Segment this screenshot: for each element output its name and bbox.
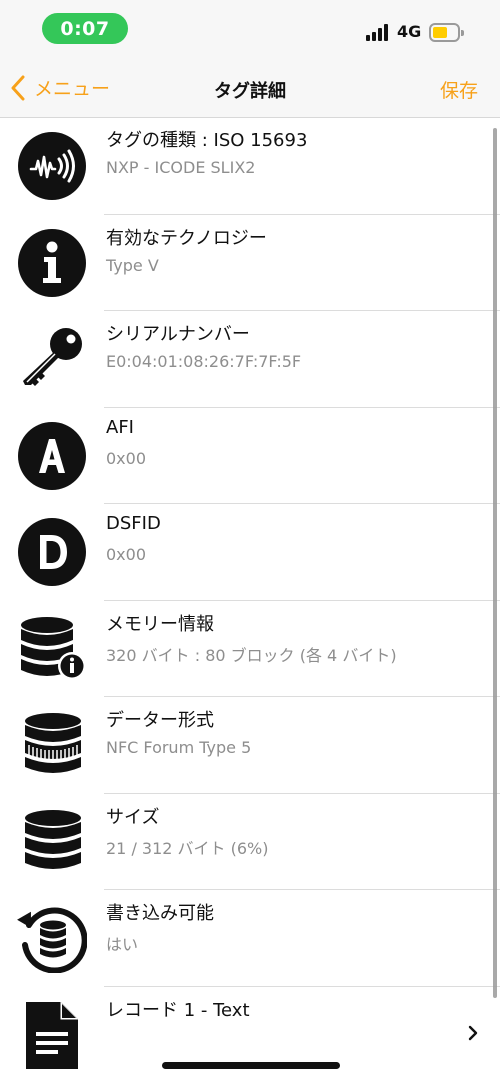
row-subtitle: E0:04:01:08:26:7F:7F:5F (106, 352, 302, 371)
list-item-writable[interactable]: 書き込み可能 はい (0, 890, 500, 987)
scrollbar[interactable] (493, 128, 497, 998)
row-title: シリアルナンバー (106, 324, 250, 345)
network-type: 4G (397, 22, 422, 41)
list-item-memory-info[interactable]: メモリー情報 320 バイト : 80 ブロック (各 4 バイト) (0, 601, 500, 698)
row-subtitle: Type V (106, 255, 159, 275)
row-title: レコード 1 - Text (106, 999, 250, 1021)
list-item-size[interactable]: サイズ 21 / 312 バイト (6%) (0, 794, 500, 891)
status-time: 0:07 (42, 13, 128, 44)
list-item-technology[interactable]: 有効なテクノロジー Type V (0, 215, 500, 312)
home-indicator[interactable] (162, 1062, 340, 1069)
chevron-right-icon (468, 1025, 478, 1040)
list-item-serial-number[interactable]: シリアルナンバー E0:04:01:08:26:7F:7F:5F (0, 311, 500, 408)
status-bar: 0:07 4G (0, 0, 500, 60)
row-title: 書き込み可能 (106, 903, 214, 924)
row-subtitle: はい (106, 935, 139, 954)
row-subtitle: 320 バイト : 80 ブロック (各 4 バイト) (106, 645, 397, 665)
row-title: サイズ (106, 806, 160, 828)
battery-icon (429, 23, 464, 42)
list-item-data-format[interactable]: データー形式 NFC Forum Type 5 (0, 697, 500, 794)
database-info-icon (17, 614, 87, 684)
info-icon (17, 228, 87, 298)
save-button[interactable]: 保存 (440, 76, 478, 103)
navigation-bar: メニュー タグ詳細 保存 (0, 60, 500, 118)
key-icon (17, 324, 87, 394)
row-subtitle: 0x00 (106, 545, 147, 564)
database-refresh-icon (17, 903, 87, 973)
document-icon (17, 1000, 87, 1070)
list-item-dsfid[interactable]: DSFID 0x00 (0, 504, 500, 601)
row-title: タグの種類 : ISO 15693 (106, 130, 308, 151)
page-title: タグ詳細 (214, 81, 286, 102)
row-title: AFI (106, 416, 134, 438)
row-subtitle: 21 / 312 バイト (6%) (106, 838, 269, 858)
row-subtitle: NXP - ICODE SLIX2 (106, 158, 256, 177)
cellular-signal-icon (366, 24, 390, 41)
list-item-afi[interactable]: AFI 0x00 (0, 408, 500, 505)
letter-a-icon (17, 421, 87, 491)
list-item-tag-type[interactable]: タグの種類 : ISO 15693 NXP - ICODE SLIX2 (0, 118, 500, 215)
row-title: メモリー情報 (106, 613, 214, 635)
letter-d-icon (17, 517, 87, 587)
nfc-wave-icon (17, 131, 87, 201)
row-title: 有効なテクノロジー (106, 227, 267, 249)
database-format-icon (17, 710, 87, 780)
tag-detail-list: タグの種類 : ISO 15693 NXP - ICODE SLIX2 有効なテ… (0, 118, 500, 1080)
row-subtitle: NFC Forum Type 5 (106, 738, 252, 757)
row-subtitle: 0x00 (106, 448, 147, 468)
row-title: データー形式 (106, 710, 214, 731)
database-icon (17, 807, 87, 877)
row-title: DSFID (106, 513, 161, 534)
